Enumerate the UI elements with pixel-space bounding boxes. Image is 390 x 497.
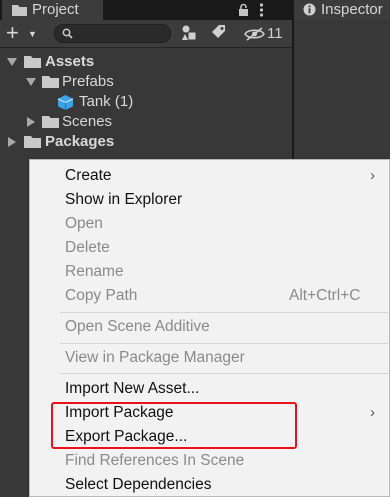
tab-project-label: Project	[32, 1, 79, 18]
menu-item-label: Import New Asset...	[65, 380, 200, 397]
menu-item-label: Open Scene Additive	[65, 318, 210, 335]
menu-item-label: Rename	[65, 263, 124, 280]
lock-icon[interactable]	[238, 3, 249, 16]
folder-icon	[24, 56, 41, 68]
tree-item-label: Tank (1)	[79, 93, 134, 110]
menu-item-view-in-package-manager: View in Package Manager	[30, 346, 390, 370]
tab-inspector-label: Inspector	[321, 1, 383, 18]
tree-item-prefabs[interactable]: Prefabs	[0, 72, 292, 92]
chevron-right-icon: ›	[370, 404, 375, 421]
tree-item-tank[interactable]: Tank (1)	[0, 92, 292, 112]
menu-item-label: View in Package Manager	[65, 349, 245, 366]
tree-item-assets[interactable]: Assets	[0, 52, 292, 72]
folder-icon	[42, 76, 59, 88]
project-tab-bar: Project	[0, 0, 292, 20]
search-icon	[62, 28, 73, 39]
tree-item-label: Prefabs	[62, 73, 114, 90]
expand-arrow-icon[interactable]	[27, 117, 35, 127]
expand-arrow-icon[interactable]	[8, 137, 16, 147]
kebab-menu-icon[interactable]	[259, 3, 264, 17]
menu-item-open: Open	[30, 212, 390, 236]
tree-item-packages[interactable]: Packages	[0, 132, 292, 152]
menu-item-select-dependencies[interactable]: Select Dependencies	[30, 473, 390, 497]
filter-by-type-button[interactable]	[180, 24, 204, 44]
filter-by-label-icon	[212, 25, 225, 38]
folder-icon	[24, 136, 41, 148]
info-icon	[303, 3, 316, 16]
project-toolbar: + ▼ 11	[0, 20, 292, 48]
expand-arrow-icon[interactable]	[26, 78, 36, 86]
menu-item-show-in-explorer[interactable]: Show in Explorer	[30, 188, 390, 212]
expand-arrow-icon[interactable]	[7, 58, 17, 66]
annotation-highlight-box	[51, 402, 297, 449]
tree-item-label: Assets	[45, 53, 95, 70]
menu-separator	[60, 343, 388, 344]
tree-item-label: Scenes	[62, 113, 113, 130]
filter-by-label-button[interactable]	[210, 24, 234, 44]
menu-item-create[interactable]: Create ›	[30, 164, 390, 188]
chevron-right-icon: ›	[370, 167, 375, 184]
menu-separator	[60, 312, 388, 313]
eye-slash-icon	[244, 27, 265, 41]
tab-inspector[interactable]: Inspector	[294, 0, 390, 20]
folder-icon	[12, 5, 27, 16]
prefab-cube-icon	[57, 95, 74, 110]
menu-item-open-scene-additive: Open Scene Additive	[30, 315, 390, 339]
hidden-count: 11	[267, 25, 283, 42]
tree-item-label: Packages	[45, 133, 115, 150]
menu-item-rename: Rename	[30, 260, 390, 284]
menu-separator	[60, 373, 388, 374]
menu-item-label: Copy Path	[65, 287, 138, 304]
menu-item-label: Open	[65, 215, 103, 232]
menu-item-shortcut: Alt+Ctrl+C	[289, 287, 361, 304]
menu-item-label: Delete	[65, 239, 110, 256]
menu-item-label: Find References In Scene	[65, 452, 245, 469]
filter-by-type-icon	[182, 25, 196, 40]
menu-item-find-references-in-scene: Find References In Scene	[30, 449, 390, 473]
menu-item-label: Create	[65, 167, 112, 184]
menu-item-import-new-asset[interactable]: Import New Asset...	[30, 377, 390, 401]
chevron-down-icon: ▼	[28, 29, 37, 39]
create-dropdown-button[interactable]: + ▼	[6, 22, 42, 44]
plus-icon: +	[6, 20, 19, 45]
tab-project[interactable]: Project	[2, 0, 103, 20]
tree-item-scenes[interactable]: Scenes	[0, 112, 292, 132]
menu-item-label: Select Dependencies	[65, 476, 212, 493]
menu-item-delete: Delete	[30, 236, 390, 260]
context-menu: Create › Show in Explorer Open Delete Re…	[29, 159, 390, 497]
folder-icon	[42, 116, 59, 128]
menu-item-copy-path: Copy Path Alt+Ctrl+C	[30, 284, 390, 308]
menu-item-label: Show in Explorer	[65, 191, 183, 208]
